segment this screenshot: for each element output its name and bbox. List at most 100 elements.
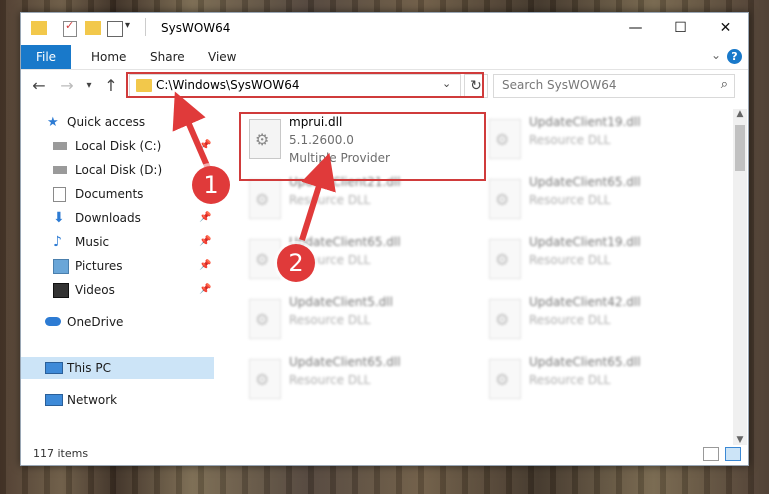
step-badge-2: 2 bbox=[277, 244, 315, 282]
properties-icon[interactable]: ✓ bbox=[63, 19, 77, 37]
file-name: UpdateClient42.dll bbox=[529, 295, 641, 309]
sidebar-item-onedrive[interactable]: OneDrive bbox=[21, 311, 214, 333]
music-icon: ♪ bbox=[53, 234, 62, 250]
tab-file[interactable]: File bbox=[21, 45, 71, 69]
address-highlight-box bbox=[126, 72, 484, 98]
tab-home[interactable]: Home bbox=[91, 45, 126, 69]
dll-file-icon: ⚙ bbox=[489, 179, 521, 219]
step-badge-1: 1 bbox=[192, 166, 230, 204]
file-highlight-box bbox=[239, 112, 486, 181]
dropdown-icon[interactable]: ▾ bbox=[125, 20, 130, 31]
sidebar-item-local-disk-c[interactable]: Local Disk (C:) 📌 bbox=[21, 135, 214, 157]
file-item[interactable]: ⚙ UpdateClient65.dll Resource DLL bbox=[241, 233, 441, 289]
maximize-button[interactable]: ☐ bbox=[658, 13, 703, 43]
title-bar: ✓ ▾ SysWOW64 — ☐ ✕ bbox=[21, 13, 748, 45]
search-placeholder: Search SysWOW64 bbox=[502, 78, 617, 92]
sidebar-item-local-disk-d[interactable]: Local Disk (D:) bbox=[21, 159, 214, 181]
customize-icon[interactable] bbox=[107, 21, 123, 37]
scroll-up-icon[interactable]: ▲ bbox=[733, 109, 747, 119]
pin-icon: 📌 bbox=[199, 236, 212, 247]
scroll-thumb[interactable] bbox=[735, 125, 745, 171]
network-icon bbox=[45, 394, 63, 406]
documents-icon bbox=[53, 187, 66, 202]
file-name: UpdateClient19.dll bbox=[529, 235, 641, 249]
sidebar-item-downloads[interactable]: ⬇ Downloads 📌 bbox=[21, 207, 214, 229]
close-button[interactable]: ✕ bbox=[703, 13, 748, 43]
file-item[interactable]: ⚙ UpdateClient65.dll Resource DLL bbox=[481, 173, 681, 229]
navigation-pane: ★ Quick access Local Disk (C:) 📌 Local D… bbox=[21, 111, 216, 441]
help-icon[interactable]: ? bbox=[727, 49, 742, 64]
sidebar-item-label: OneDrive bbox=[67, 315, 124, 329]
pin-icon: 📌 bbox=[199, 212, 212, 223]
dll-file-icon: ⚙ bbox=[249, 299, 281, 339]
file-name: UpdateClient65.dll bbox=[289, 355, 401, 369]
gear-icon: ⚙ bbox=[495, 130, 510, 149]
gear-icon: ⚙ bbox=[495, 190, 510, 209]
file-type: Resource DLL bbox=[529, 193, 611, 207]
tab-view[interactable]: View bbox=[208, 45, 236, 69]
file-type: Resource DLL bbox=[289, 373, 371, 387]
file-item[interactable]: ⚙ UpdateClient42.dll Resource DLL bbox=[481, 293, 681, 349]
folder-icon bbox=[31, 21, 47, 35]
file-item[interactable]: ⚙ UpdateClient21.dll Resource DLL bbox=[241, 173, 441, 229]
file-type: Resource DLL bbox=[529, 313, 611, 327]
recent-locations-icon[interactable]: ▾ bbox=[79, 76, 99, 96]
sidebar-item-label: This PC bbox=[67, 361, 111, 375]
gear-icon: ⚙ bbox=[255, 190, 270, 209]
tiles-view-icon[interactable] bbox=[725, 447, 741, 461]
file-type: Resource DLL bbox=[289, 193, 371, 207]
sidebar-item-videos[interactable]: Videos 📌 bbox=[21, 279, 214, 301]
sidebar-item-quick-access[interactable]: ★ Quick access bbox=[21, 111, 214, 133]
cloud-icon bbox=[45, 317, 61, 326]
sidebar-item-label: Network bbox=[67, 393, 118, 407]
file-item[interactable]: ⚙ UpdateClient19.dll Resource DLL bbox=[481, 113, 681, 169]
sidebar-item-label: Documents bbox=[75, 187, 144, 201]
gear-icon: ⚙ bbox=[255, 250, 270, 269]
sidebar-item-label: Local Disk (D:) bbox=[75, 163, 163, 177]
sidebar-item-documents[interactable]: Documents bbox=[21, 183, 214, 205]
pc-icon bbox=[45, 362, 63, 374]
chevron-down-icon[interactable]: ⌄ bbox=[711, 48, 721, 62]
sidebar-item-this-pc[interactable]: This PC bbox=[21, 357, 214, 379]
file-item[interactable]: ⚙ UpdateClient65.dll Resource DLL bbox=[241, 353, 441, 409]
drive-icon bbox=[53, 142, 67, 150]
up-arrow-icon[interactable]: ↑ bbox=[101, 76, 121, 96]
sidebar-item-label: Quick access bbox=[67, 115, 146, 129]
file-name: UpdateClient5.dll bbox=[289, 295, 393, 309]
pin-icon: 📌 bbox=[199, 140, 212, 151]
drive-icon bbox=[53, 166, 67, 174]
vertical-scrollbar[interactable]: ▲ ▼ bbox=[733, 109, 747, 445]
sidebar-item-music[interactable]: ♪ Music 📌 bbox=[21, 231, 214, 253]
videos-icon bbox=[53, 283, 69, 298]
search-input[interactable]: Search SysWOW64 ⌕ bbox=[493, 74, 735, 98]
new-folder-icon[interactable] bbox=[85, 21, 101, 35]
minimize-button[interactable]: — bbox=[613, 13, 658, 43]
sidebar-item-label: Downloads bbox=[75, 211, 141, 225]
tab-share[interactable]: Share bbox=[150, 45, 185, 69]
file-name: UpdateClient19.dll bbox=[529, 115, 641, 129]
file-item[interactable]: ⚙ UpdateClient65.dll Resource DLL bbox=[481, 353, 681, 409]
dll-file-icon: ⚙ bbox=[489, 299, 521, 339]
sidebar-item-pictures[interactable]: Pictures 📌 bbox=[21, 255, 214, 277]
navigation-bar: ← → ▾ ↑ C:\Windows\SysWOW64 ⌄ ↻ Search S… bbox=[21, 71, 748, 101]
search-icon[interactable]: ⌕ bbox=[721, 77, 728, 92]
pin-icon: 📌 bbox=[199, 284, 212, 295]
file-item[interactable]: ⚙ UpdateClient19.dll Resource DLL bbox=[481, 233, 681, 289]
gear-icon: ⚙ bbox=[495, 370, 510, 389]
forward-arrow-icon[interactable]: → bbox=[57, 76, 77, 96]
file-type: Resource DLL bbox=[289, 313, 371, 327]
back-arrow-icon[interactable]: ← bbox=[29, 76, 49, 96]
sidebar-item-network[interactable]: Network bbox=[21, 389, 214, 411]
file-type: Resource DLL bbox=[529, 133, 611, 147]
ribbon: File Home Share View ⌄ ? bbox=[21, 45, 748, 70]
star-icon: ★ bbox=[47, 115, 59, 130]
title-divider bbox=[145, 18, 146, 36]
sidebar-item-label: Videos bbox=[75, 283, 115, 297]
dll-file-icon: ⚙ bbox=[489, 119, 521, 159]
sidebar-item-label: Music bbox=[75, 235, 110, 249]
file-type: Resource DLL bbox=[529, 253, 611, 267]
dll-file-icon: ⚙ bbox=[249, 179, 281, 219]
details-view-icon[interactable] bbox=[703, 447, 719, 461]
file-item[interactable]: ⚙ UpdateClient5.dll Resource DLL bbox=[241, 293, 441, 349]
gear-icon: ⚙ bbox=[495, 310, 510, 329]
